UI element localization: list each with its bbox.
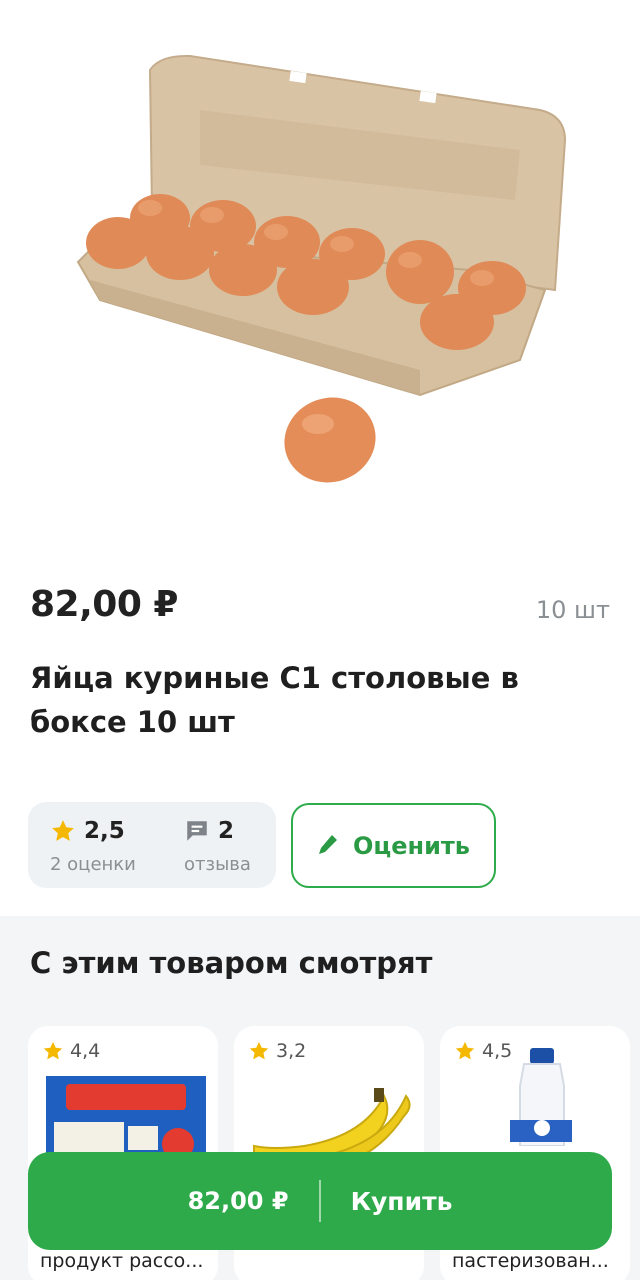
card-rating: 4,4 (42, 1040, 100, 1062)
comment-icon (187, 821, 207, 841)
card-rating: 3,2 (248, 1040, 306, 1062)
rating-column: 2,5 2 оценки (50, 814, 136, 875)
rate-button[interactable]: Оценить (291, 803, 496, 888)
card-caption: продукт рассо... (40, 1250, 204, 1272)
buy-label: Купить (350, 1186, 453, 1216)
star-icon (52, 820, 74, 841)
product-image[interactable] (0, 0, 640, 560)
card-rating-value: 3,2 (276, 1040, 307, 1062)
egg-carton-illustration (76, 54, 567, 483)
buy-price: 82,00 ₽ (187, 1187, 289, 1215)
rate-button-label: Оценить (353, 831, 470, 860)
product-price: 82,00 ₽ (30, 584, 178, 625)
buy-divider (318, 1180, 321, 1222)
rating-count: 2 оценки (50, 854, 136, 875)
card-rating: 4,5 (454, 1040, 512, 1062)
rating-value: 2,5 (84, 818, 125, 844)
card-caption: пастеризован... (452, 1250, 609, 1272)
buy-button[interactable]: 82,00 ₽ Купить (28, 1152, 612, 1250)
card-rating-value: 4,5 (482, 1040, 513, 1062)
reviews-column: 2 отзыва (184, 814, 251, 875)
recommendations-title: С этим товаром смотрят (30, 946, 433, 980)
card-rating-value: 4,4 (70, 1040, 101, 1062)
product-title: Яйца куриные С1 столовые в боксе 10 шт (30, 661, 519, 739)
star-icon (455, 1041, 475, 1060)
pencil-icon (319, 834, 338, 854)
product-unit: 10 шт (535, 596, 610, 624)
reviews-count: 2 (218, 818, 235, 844)
star-icon (249, 1041, 269, 1060)
reviews-label: отзыва (184, 854, 251, 875)
star-icon (43, 1041, 63, 1060)
rating-summary[interactable]: 2,5 2 оценки 2 отзыва (28, 802, 276, 888)
